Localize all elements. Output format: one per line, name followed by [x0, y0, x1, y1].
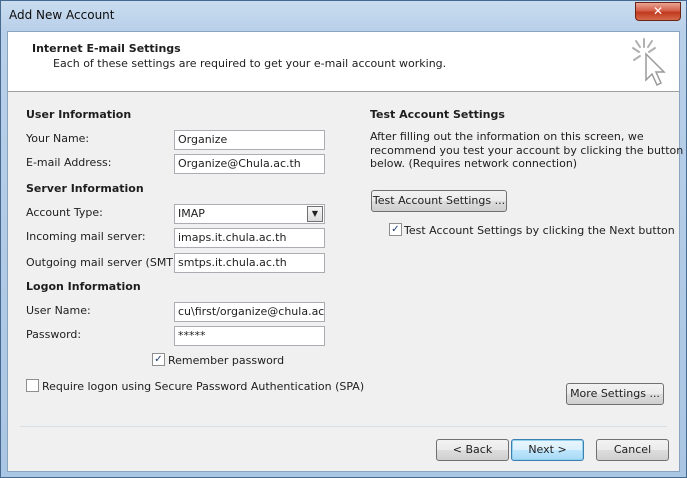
cancel-button[interactable]: Cancel	[596, 439, 669, 461]
next-button[interactable]: Next >	[511, 439, 584, 461]
user-information-heading: User Information	[26, 108, 132, 121]
incoming-server-field[interactable]: imaps.it.chula.ac.th	[174, 228, 325, 248]
window-title: Add New Account	[9, 8, 115, 22]
spa-label: Require logon using Secure Password Auth…	[42, 380, 365, 393]
page-subtitle: Each of these settings are required to g…	[53, 57, 447, 70]
dialog-body: Internet E-mail Settings Each of these s…	[7, 31, 684, 472]
back-button[interactable]: < Back	[436, 439, 509, 461]
user-name-label: User Name:	[26, 304, 91, 317]
more-settings-button[interactable]: More Settings ...	[566, 383, 664, 405]
footer-divider	[20, 426, 667, 427]
wizard-cursor-icon	[632, 38, 666, 87]
server-information-heading: Server Information	[26, 182, 144, 195]
account-type-value: IMAP	[178, 207, 205, 220]
page-title: Internet E-mail Settings	[32, 42, 181, 55]
test-account-heading: Test Account Settings	[370, 108, 505, 121]
test-account-settings-button[interactable]: Test Account Settings ...	[371, 190, 507, 212]
your-name-field[interactable]: Organize	[174, 130, 325, 150]
remember-password-label: Remember password	[168, 354, 285, 367]
add-account-dialog: Add New Account ✕ Internet E-mail Settin…	[0, 0, 687, 478]
logon-information-heading: Logon Information	[26, 280, 141, 293]
incoming-server-label: Incoming mail server:	[26, 230, 146, 243]
outgoing-server-field[interactable]: smtps.it.chula.ac.th	[174, 253, 325, 273]
password-field[interactable]: *****	[174, 326, 325, 346]
account-type-label: Account Type:	[26, 206, 103, 219]
spa-checkbox[interactable]	[26, 379, 39, 392]
test-description-line-2: recommend you test your account by click…	[370, 144, 684, 157]
password-label: Password:	[26, 328, 82, 341]
auto-test-checkbox[interactable]: ✓	[389, 223, 402, 236]
wizard-header: Internet E-mail Settings Each of these s…	[8, 32, 679, 92]
close-button[interactable]: ✕	[635, 2, 681, 21]
account-type-select[interactable]: IMAP ▼	[174, 204, 325, 224]
user-name-field[interactable]: cu\first/organize@chula.ac.th	[174, 302, 325, 322]
email-address-label: E-mail Address:	[26, 156, 112, 169]
outgoing-server-label: Outgoing mail server (SMTP):	[26, 256, 188, 269]
title-bar[interactable]: Add New Account ✕	[1, 1, 686, 29]
remember-password-checkbox[interactable]: ✓	[152, 353, 165, 366]
auto-test-label: Test Account Settings by clicking the Ne…	[404, 224, 675, 237]
your-name-label: Your Name:	[26, 132, 90, 145]
dropdown-arrow-icon[interactable]: ▼	[307, 206, 323, 222]
email-address-field[interactable]: Organize@Chula.ac.th	[174, 154, 325, 174]
test-description-line-1: After filling out the information on thi…	[370, 130, 644, 143]
test-description-line-3: below. (Requires network connection)	[370, 157, 578, 170]
